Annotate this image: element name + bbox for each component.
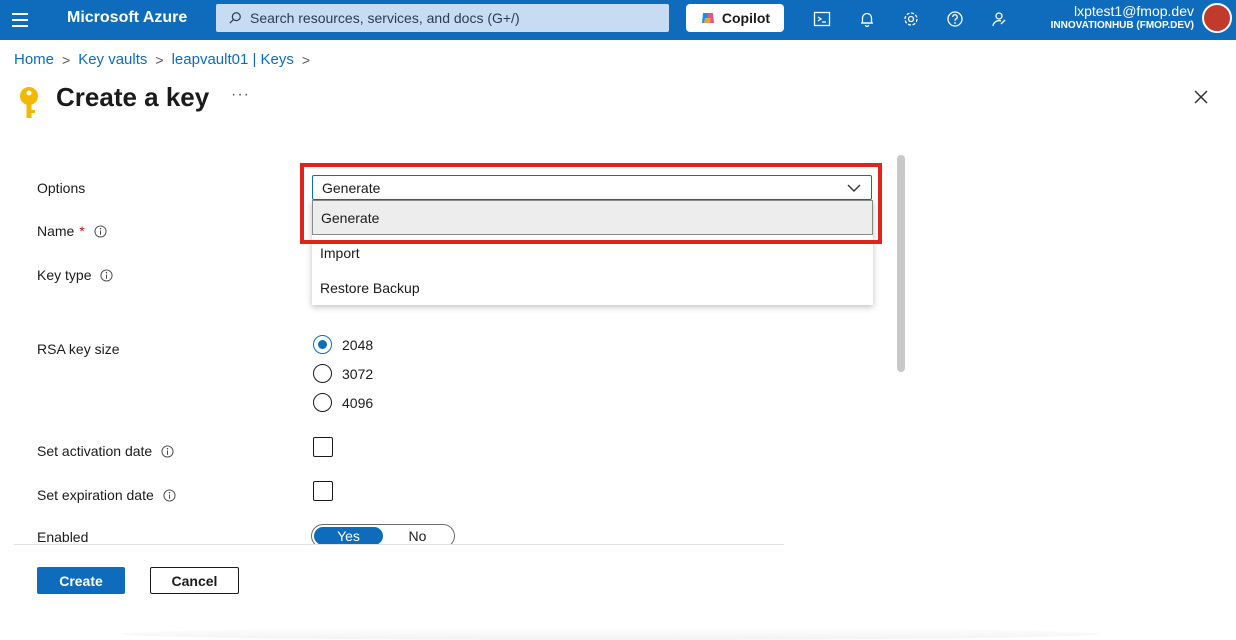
more-options-icon[interactable]: ··· xyxy=(231,86,250,104)
footer-divider xyxy=(14,544,784,545)
radio-unchecked-icon xyxy=(313,393,332,412)
feedback-icon[interactable] xyxy=(988,8,1010,30)
breadcrumb-vault-keys[interactable]: leapvault01 | Keys xyxy=(172,51,294,68)
chevron-right-icon: > xyxy=(62,51,71,68)
radio-4096[interactable]: 4096 xyxy=(313,393,373,412)
page-title: Create a key xyxy=(56,82,210,112)
scrollbar-thumb[interactable] xyxy=(897,155,905,372)
required-mark: * xyxy=(79,223,85,239)
dropdown-option-restore-backup[interactable]: Restore Backup xyxy=(312,270,873,305)
search-icon xyxy=(229,12,241,24)
search-input[interactable]: Search resources, services, and docs (G+… xyxy=(216,4,669,32)
breadcrumb-key-vaults[interactable]: Key vaults xyxy=(78,51,147,68)
radio-label: 4096 xyxy=(342,394,374,411)
expiration-date-checkbox[interactable] xyxy=(313,481,333,501)
radio-unchecked-icon xyxy=(313,364,332,383)
help-icon[interactable] xyxy=(944,8,966,30)
copilot-icon xyxy=(701,13,714,23)
chevron-right-icon: > xyxy=(301,51,311,68)
breadcrumb: Home > Key vaults > leapvault01 | Keys > xyxy=(14,51,318,68)
hamburger-icon[interactable] xyxy=(8,8,32,32)
bell-icon[interactable] xyxy=(856,8,878,30)
info-icon[interactable] xyxy=(94,224,107,238)
form-footer-background xyxy=(0,545,900,565)
account-info[interactable]: lxptest1@fmop.dev INNOVATIONHUB (FMOP.DE… xyxy=(1051,3,1194,31)
account-email: lxptest1@fmop.dev xyxy=(1073,3,1194,19)
radio-2048[interactable]: 2048 xyxy=(313,335,373,354)
copilot-label: Copilot xyxy=(721,10,771,26)
radio-label: 2048 xyxy=(342,336,374,353)
options-label: Options xyxy=(37,180,86,196)
radio-label: 3072 xyxy=(342,365,374,382)
chevron-right-icon: > xyxy=(155,51,164,68)
radio-3072[interactable]: 3072 xyxy=(313,364,373,383)
close-icon[interactable] xyxy=(1192,88,1210,106)
info-icon[interactable] xyxy=(161,444,174,458)
create-button[interactable]: Create xyxy=(37,567,125,594)
search-placeholder: Search resources, services, and docs (G+… xyxy=(250,10,520,26)
name-label: Name * xyxy=(37,223,107,239)
top-bar: Microsoft Azure Search resources, servic… xyxy=(0,0,1236,40)
gear-icon[interactable] xyxy=(900,8,922,30)
toggle-yes[interactable]: Yes xyxy=(314,527,383,545)
copilot-button[interactable]: Copilot xyxy=(686,4,784,32)
key-type-label: Key type xyxy=(37,267,114,283)
breadcrumb-home[interactable]: Home xyxy=(14,51,54,68)
cancel-button[interactable]: Cancel xyxy=(150,567,239,594)
activation-date-label: Set activation date xyxy=(37,443,174,459)
info-icon[interactable] xyxy=(100,268,114,282)
expiration-date-label: Set expiration date xyxy=(37,487,176,503)
rsa-key-size-label: RSA key size xyxy=(37,341,120,357)
brand-title[interactable]: Microsoft Azure xyxy=(67,9,187,27)
avatar[interactable] xyxy=(1202,3,1232,33)
key-icon xyxy=(20,87,38,118)
enabled-label: Enabled xyxy=(37,529,89,545)
highlight-annotation xyxy=(300,163,882,244)
radio-checked-icon xyxy=(313,335,332,354)
bottom-shadow xyxy=(120,628,1100,640)
toggle-no[interactable]: No xyxy=(383,527,452,545)
account-tenant: INNOVATIONHUB (FMOP.DEV) xyxy=(1050,20,1194,31)
cloud-shell-icon[interactable] xyxy=(811,8,833,30)
info-icon[interactable] xyxy=(163,488,176,502)
activation-date-checkbox[interactable] xyxy=(313,437,333,457)
